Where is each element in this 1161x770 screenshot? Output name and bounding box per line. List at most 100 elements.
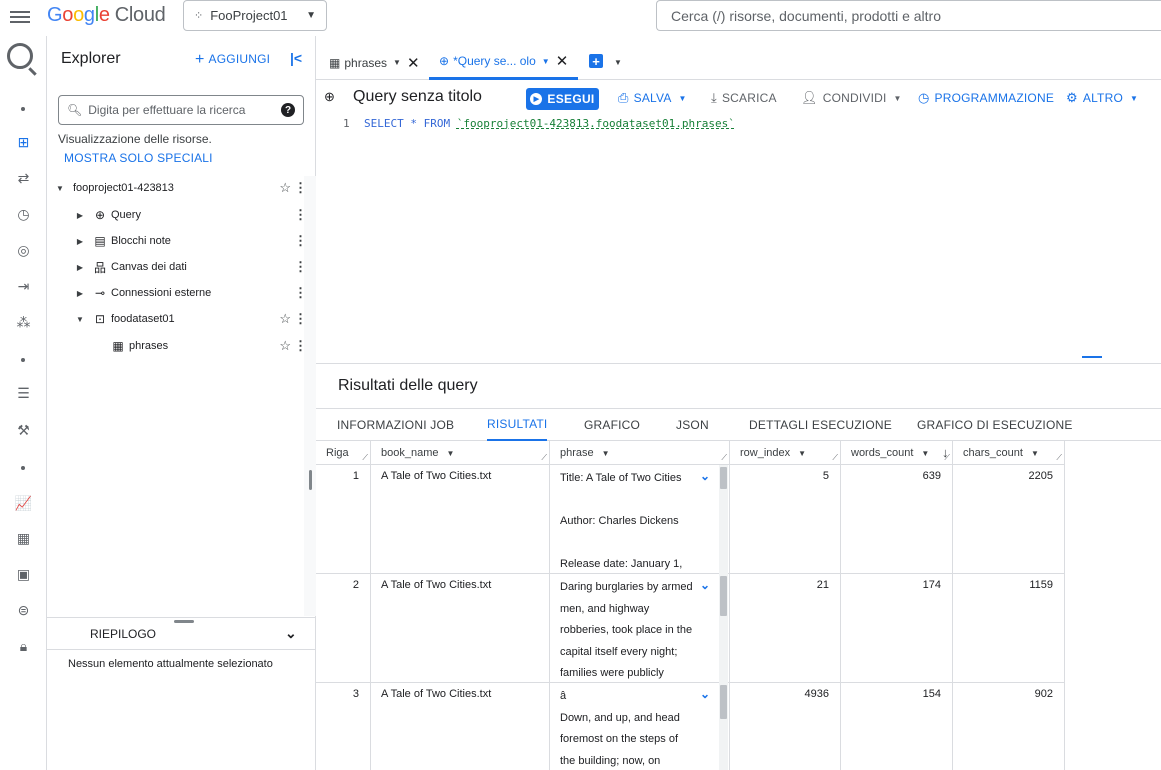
cell-book-name[interactable]: A Tale of Two Cities.txt — [371, 574, 550, 683]
expand-arrow-icon[interactable]: ▶ — [75, 237, 85, 246]
pipeline-icon[interactable]: ⇥ — [0, 274, 47, 298]
panel-resize-handle[interactable] — [309, 470, 312, 490]
list-icon[interactable]: ☰ — [0, 381, 47, 405]
summary-bar[interactable]: RIEPILOGO ⌄ — [47, 617, 316, 650]
more-button[interactable]: ⚙ ALTRO ▼ — [1066, 90, 1138, 106]
cell-phrase[interactable]: Daring burglaries by armed men, and high… — [550, 574, 730, 683]
collapse-panel-icon[interactable]: |< — [290, 50, 302, 66]
chevron-down-icon[interactable]: ▼ — [542, 57, 550, 66]
cell-scroll-thumb[interactable] — [720, 467, 727, 489]
wrench-icon[interactable]: ⚒ — [0, 418, 47, 442]
explorer-grid-icon[interactable]: ⊞ — [0, 130, 47, 154]
tree-item-project[interactable]: ▼ fooproject01-423813 ☆ ⋮ — [55, 176, 311, 200]
schedule-button[interactable]: ◷ PROGRAMMAZIONE — [918, 90, 1054, 106]
sql-editor[interactable]: 1 SELECT * FROM `fooproject01-423813.foo… — [316, 114, 1161, 364]
table-reference[interactable]: `fooproject01-423813.foodataset01.phrase… — [457, 117, 735, 130]
tree-item-table-phrases[interactable]: ▦ phrases ☆ ⋮ — [111, 334, 311, 358]
dataform-icon[interactable]: ⁂ — [0, 310, 47, 334]
expand-arrow-icon[interactable]: ▼ — [55, 184, 65, 193]
chevron-down-icon[interactable]: ▼ — [798, 449, 806, 458]
tab-untitled-query[interactable]: ⊕ *Query se... olo ▼ ✕ — [429, 45, 579, 80]
save-button[interactable]: ⎙ SALVA ▼ — [618, 90, 687, 106]
star-icon[interactable]: ☆ — [279, 338, 291, 354]
main-menu-icon[interactable] — [10, 8, 30, 26]
tab-execution-graph[interactable]: GRAFICO DI ESECUZIONE — [917, 409, 1073, 441]
table-row[interactable]: 2 A Tale of Two Cities.txt Daring burgla… — [316, 574, 1065, 683]
cell-book-name[interactable]: A Tale of Two Cities.txt — [371, 465, 550, 574]
more-options-icon[interactable]: ⋮ — [294, 207, 307, 223]
tree-item-dataset[interactable]: ▼ ⊡ foodataset01 ☆ ⋮ — [75, 307, 311, 331]
chevron-down-icon[interactable]: ▼ — [614, 58, 622, 67]
column-header-words-count[interactable]: words_count ▼ ↓ ⟋ — [841, 441, 953, 465]
dashboard-icon[interactable]: ▦ — [0, 526, 47, 550]
tab-execution-details[interactable]: DETTAGLI ESECUZIONE — [749, 409, 892, 441]
project-picker[interactable]: ⁘ FooProject01 ▼ — [183, 0, 327, 31]
table-row[interactable]: 3 A Tale of Two Cities.txt â Down, and u… — [316, 683, 1065, 770]
analytics-hub-icon[interactable]: ◎ — [0, 238, 47, 262]
chevron-down-icon[interactable]: ▼ — [1031, 449, 1039, 458]
tab-job-information[interactable]: INFORMAZIONI JOB — [337, 409, 454, 441]
resize-grip-icon[interactable]: ⟋ — [362, 453, 368, 463]
tree-item-external-connections[interactable]: ▶ ⊸ Connessioni esterne ⋮ — [75, 281, 311, 305]
cell-book-name[interactable]: A Tale of Two Cities.txt — [371, 683, 550, 770]
help-icon[interactable]: ? — [281, 103, 295, 117]
cell-phrase[interactable]: Title: A Tale of Two Cities Author: Char… — [550, 465, 730, 574]
editor-resize-handle[interactable] — [1082, 356, 1102, 358]
show-starred-link[interactable]: MOSTRA SOLO SPECIALI — [64, 151, 213, 165]
resize-grip-icon[interactable]: ⟋ — [1056, 453, 1062, 463]
expand-arrow-icon[interactable]: ▶ — [75, 211, 85, 220]
chevron-down-icon[interactable]: ▼ — [921, 449, 929, 458]
run-button[interactable]: ▶ ESEGUI — [526, 88, 599, 110]
more-options-icon[interactable]: ⋮ — [294, 233, 307, 249]
google-cloud-logo[interactable]: Google Cloud — [47, 4, 166, 27]
more-options-icon[interactable]: ⋮ — [294, 338, 307, 354]
new-tab-button[interactable]: + — [589, 54, 603, 69]
chat-icon[interactable]: ⊜ — [0, 598, 47, 622]
drag-handle[interactable] — [174, 620, 194, 623]
tab-results[interactable]: RISULTATI — [487, 409, 548, 441]
column-header-phrase[interactable]: phrase ▼ ⟋ — [550, 441, 730, 465]
chart-icon[interactable]: 📈 — [0, 491, 47, 515]
share-button[interactable]: 👤︎ CONDIVIDI ▼ — [801, 90, 902, 106]
column-header-row-index[interactable]: row_index ▼ ⟋ — [730, 441, 841, 465]
close-icon[interactable]: ✕ — [556, 52, 569, 70]
add-button[interactable]: + AGGIUNGI — [195, 51, 270, 69]
column-header-riga[interactable]: Riga ⟋ — [316, 441, 371, 465]
cell-phrase[interactable]: â Down, and up, and head foremost on the… — [550, 683, 730, 770]
tree-item-notebooks[interactable]: ▶ ▤ Blocchi note ⋮ — [75, 229, 311, 253]
tab-json[interactable]: JSON — [676, 409, 709, 441]
table-row[interactable]: 1 A Tale of Two Cities.txt Title: A Tale… — [316, 465, 1065, 574]
download-button[interactable]: ⤓ SCARICA — [711, 90, 777, 106]
star-icon[interactable]: ☆ — [279, 180, 291, 196]
chevron-down-icon[interactable]: ▼ — [447, 449, 455, 458]
global-search-input[interactable]: Cerca (/) risorse, documenti, prodotti e… — [656, 0, 1161, 31]
more-options-icon[interactable]: ⋮ — [294, 180, 307, 196]
resize-grip-icon[interactable]: ⟋ — [832, 453, 838, 463]
tab-phrases[interactable]: ▦ phrases ▼ ✕ — [329, 45, 420, 80]
chevron-down-icon[interactable]: ▼ — [602, 449, 610, 458]
expand-arrow-icon[interactable]: ▶ — [75, 263, 85, 272]
expand-cell-icon[interactable]: ⌄ — [700, 469, 710, 483]
cell-scroll-thumb[interactable] — [720, 576, 727, 616]
resize-grip-icon[interactable]: ⟋ — [541, 453, 547, 463]
tree-item-data-canvas[interactable]: ▶ 品 Canvas dei dati ⋮ — [75, 255, 311, 279]
close-icon[interactable]: ✕ — [407, 54, 420, 72]
code-line[interactable]: SELECT * FROM `fooproject01-423813.fooda… — [364, 117, 735, 130]
tab-chart[interactable]: GRAFICO — [584, 409, 640, 441]
chevron-down-icon[interactable]: ▼ — [393, 58, 401, 67]
explorer-search-input[interactable]: 🔍︎ Digita per effettuare la ricerca ? — [58, 95, 304, 125]
transfer-icon[interactable]: ⇄ — [0, 166, 47, 190]
column-header-book-name[interactable]: book_name ▼ ⟋ — [371, 441, 550, 465]
clock-icon[interactable]: ◷ — [0, 202, 47, 226]
cell-scroll-thumb[interactable] — [720, 685, 727, 719]
expand-cell-icon[interactable]: ⌄ — [700, 578, 710, 592]
more-options-icon[interactable]: ⋮ — [294, 285, 307, 301]
table-icon[interactable]: ▣ — [0, 562, 47, 586]
resize-grip-icon[interactable]: ⟋ — [721, 453, 727, 463]
chevron-down-icon[interactable]: ⌄ — [285, 625, 297, 642]
star-icon[interactable]: ☆ — [279, 311, 291, 327]
code-area[interactable] — [364, 114, 1161, 344]
expand-arrow-icon[interactable]: ▼ — [75, 315, 85, 324]
lock-icon[interactable]: 🔒︎ — [0, 634, 47, 658]
expand-cell-icon[interactable]: ⌄ — [700, 687, 710, 701]
